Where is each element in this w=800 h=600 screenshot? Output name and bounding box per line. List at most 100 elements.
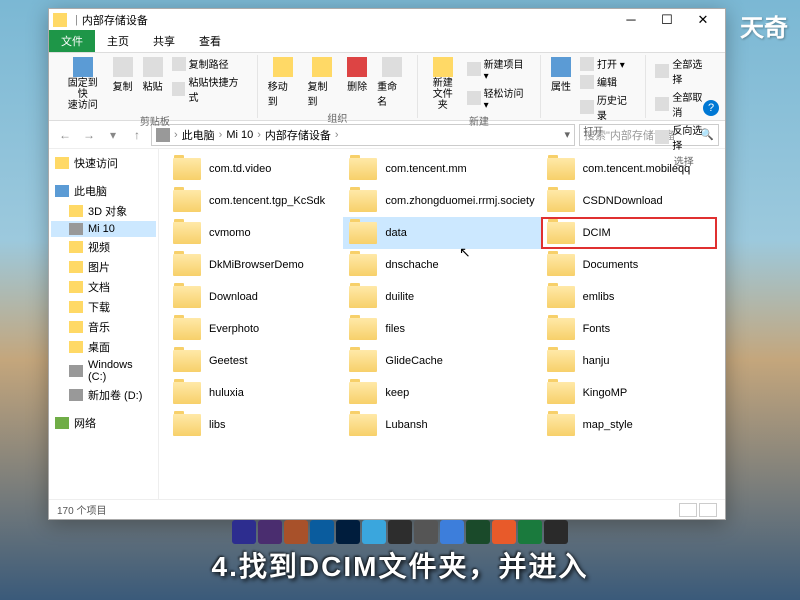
sidebar-item[interactable]: Windows (C:) [51,357,156,385]
tab-view[interactable]: 查看 [187,30,233,52]
taskbar-app[interactable] [492,520,516,544]
folder-item[interactable]: GlideCache [343,345,540,377]
folder-icon [547,190,575,212]
sidebar-item[interactable]: 下载 [51,297,156,317]
tab-file[interactable]: 文件 [49,30,95,52]
taskbar-app[interactable] [232,520,256,544]
sidebar-item[interactable]: 视频 [51,237,156,257]
folder-item[interactable]: hanju [541,345,717,377]
sidebar-item[interactable]: 图片 [51,257,156,277]
folder-item[interactable]: Geetest [167,345,343,377]
folder-item[interactable]: duilite [343,281,540,313]
paste-shortcut-button[interactable]: 粘贴快捷方式 [169,73,251,105]
folder-item[interactable]: com.tencent.tgp_KcSdk [167,185,343,217]
tab-share[interactable]: 共享 [141,30,187,52]
folder-item[interactable]: Everphoto [167,313,343,345]
folder-item[interactable]: com.td.video [167,153,343,185]
breadcrumb[interactable]: › 此电脑 › Mi 10 › 内部存储设备 › ▾ [151,124,575,146]
sidebar-item[interactable]: Mi 10 [51,221,156,237]
open-button[interactable]: 打开 ▾ [577,55,639,72]
help-icon[interactable]: ? [703,100,719,116]
moveto-button[interactable]: 移动到 [264,55,302,110]
taskbar-app[interactable] [336,520,360,544]
folder-item[interactable]: DkMiBrowserDemo [167,249,343,281]
sidebar-item[interactable]: 音乐 [51,317,156,337]
folder-item[interactable]: dnschache [343,249,540,281]
taskbar-app[interactable] [388,520,412,544]
explorer-window: | 内部存储设备 ─ ☐ ✕ 文件 主页 共享 查看 固定到快 速访问 复制 粘… [48,8,726,520]
easyaccess-button[interactable]: 轻松访问 ▾ [464,84,534,112]
rename-button[interactable]: 重命名 [373,55,411,110]
taskbar-app[interactable] [466,520,490,544]
taskbar-app[interactable] [544,520,568,544]
taskbar-app[interactable] [284,520,308,544]
folder-icon [69,241,83,253]
newitem-button[interactable]: 新建项目 ▾ [464,55,534,83]
folder-item[interactable]: com.tencent.mm [343,153,540,185]
tab-home[interactable]: 主页 [95,30,141,52]
folder-icon [69,261,83,273]
sidebar-item[interactable]: 桌面 [51,337,156,357]
folder-item[interactable]: libs [167,409,343,441]
taskbar-app[interactable] [310,520,334,544]
copy-path-button[interactable]: 复制路径 [169,55,251,72]
folder-item[interactable]: emlibs [541,281,717,313]
icons-view-button[interactable] [699,503,717,517]
taskbar-app[interactable] [414,520,438,544]
breadcrumb-item[interactable]: 内部存储设备 [265,127,331,143]
folder-item[interactable]: KingoMP [541,377,717,409]
folder-item[interactable]: CSDNDownload [541,185,717,217]
copyto-button[interactable]: 复制到 [303,55,341,110]
folder-item[interactable]: cvmomo [167,217,343,249]
folder-item[interactable]: files [343,313,540,345]
breadcrumb-item[interactable]: 此电脑 [182,127,215,143]
group-label: 打开 [583,123,603,139]
folder-name: KingoMP [583,387,628,399]
folder-item[interactable]: Documents [541,249,717,281]
pin-button[interactable]: 固定到快 速访问 [59,55,107,113]
copy-button[interactable]: 复制 [109,55,137,95]
folder-item[interactable]: map_style [541,409,717,441]
folder-item[interactable]: keep [343,377,540,409]
edit-button[interactable]: 编辑 [577,73,639,90]
folder-item[interactable]: com.zhongduomei.rrmj.society [343,185,540,217]
drive-icon [69,365,83,377]
close-button[interactable]: ✕ [685,12,721,28]
recent-button[interactable]: ▾ [103,125,123,145]
folder-icon [53,13,67,27]
dropdown-icon[interactable]: ▾ [564,128,570,141]
folder-item[interactable]: huluxia [167,377,343,409]
properties-button[interactable]: 属性 [547,55,575,95]
delete-button[interactable]: 删除 [343,55,371,95]
breadcrumb-item[interactable]: Mi 10 [226,129,253,141]
sidebar-item[interactable]: 此电脑 [51,181,156,201]
paste-button[interactable]: 粘贴 [139,55,167,95]
window-title: 内部存储设备 [82,12,148,28]
maximize-button[interactable]: ☐ [649,12,685,28]
taskbar-app[interactable] [440,520,464,544]
selectall-button[interactable]: 全部选择 [652,55,715,87]
folder-item[interactable]: Lubansh [343,409,540,441]
sidebar-item[interactable]: 网络 [51,413,156,433]
forward-button[interactable]: → [79,125,99,145]
sidebar-item[interactable]: 快速访问 [51,153,156,173]
details-view-button[interactable] [679,503,697,517]
sidebar-item-label: 快速访问 [74,155,118,171]
minimize-button[interactable]: ─ [613,12,649,28]
taskbar-app[interactable] [258,520,282,544]
back-button[interactable]: ← [55,125,75,145]
folder-item[interactable]: Download [167,281,343,313]
history-button[interactable]: 历史记录 [577,91,639,123]
folder-icon [173,286,201,308]
sidebar-item[interactable]: 新加卷 (D:) [51,385,156,405]
taskbar-app[interactable] [518,520,542,544]
folder-item[interactable]: data [343,217,540,249]
sidebar-item[interactable]: 文档 [51,277,156,297]
taskbar-app[interactable] [362,520,386,544]
folder-item[interactable]: Fonts [541,313,717,345]
sidebar-item[interactable]: 3D 对象 [51,201,156,221]
net-icon [55,417,69,429]
folder-item[interactable]: com.tencent.mobileqq [541,153,717,185]
newfolder-button[interactable]: 新建 文件夹 [424,55,462,113]
folder-item[interactable]: DCIM [541,217,717,249]
